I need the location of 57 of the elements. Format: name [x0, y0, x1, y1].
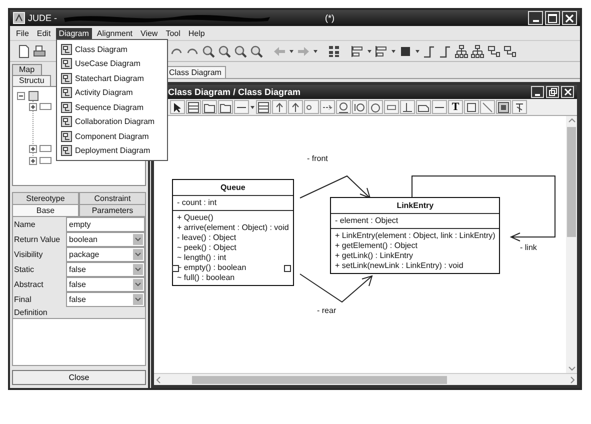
- close-button[interactable]: Close: [12, 370, 146, 385]
- menu-item[interactable]: Component Diagram: [57, 129, 167, 144]
- property-label: Abstract: [13, 277, 66, 292]
- dropdown[interactable]: boolean: [66, 232, 145, 247]
- operation: + Queue(): [177, 213, 214, 223]
- operation: + getElement() : Object: [335, 241, 418, 251]
- menu-item[interactable]: Help: [185, 28, 208, 38]
- tab[interactable]: Stereotype: [12, 192, 79, 204]
- menu-item[interactable]: Deployment Diagram: [57, 144, 167, 158]
- tab[interactable]: Structu: [12, 75, 52, 86]
- window-title: JUDE -: [28, 13, 57, 23]
- operation: + LinkEntry(element : Object, link : LinkEntry): [335, 231, 496, 241]
- text-field[interactable]: empty: [66, 217, 145, 232]
- tab[interactable]: Parameters: [79, 204, 146, 216]
- operation: ~ peek() : Object: [177, 243, 236, 253]
- menu-item[interactable]: File: [13, 28, 32, 38]
- operation: ~ length() : int: [177, 253, 226, 263]
- dropdown[interactable]: false: [66, 277, 145, 292]
- role-label: - front: [307, 154, 328, 163]
- property-label: Name: [13, 217, 66, 232]
- menu-item[interactable]: Collaboration Diagram: [57, 114, 167, 129]
- property-label: Definition: [13, 307, 145, 318]
- attribute: - element : Object: [335, 216, 400, 226]
- menu-item[interactable]: Edit: [34, 28, 54, 38]
- window-title: Class Diagram / Class Diagram: [168, 87, 301, 97]
- class-box[interactable]: LinkEntry - element : Object + LinkEntry(element : Object, link : LinkEntry) + getElement() : Object + getLink() : LinkEntry + setLink(newLink : LinkEntry) : void: [330, 197, 500, 274]
- class-name: LinkEntry: [331, 198, 500, 214]
- operation: + arrive(element : Object) : void: [177, 223, 289, 233]
- operation: + setLink(newLink : LinkEntry) : void: [335, 261, 464, 271]
- text-tool-button[interactable]: T: [448, 100, 463, 114]
- property-label: Static: [13, 262, 66, 277]
- property-label: Visibility: [13, 247, 66, 262]
- property-label: Return Value: [13, 232, 66, 247]
- menu-item[interactable]: Sequence Diagram: [57, 100, 167, 114]
- class-name: Queue: [173, 180, 293, 196]
- attribute: - count : int: [177, 198, 218, 208]
- menu-item[interactable]: Alignment: [94, 28, 136, 38]
- tab[interactable]: Constraint: [79, 192, 146, 204]
- property-label: Final: [13, 292, 66, 307]
- menu-item[interactable]: Statechart Diagram: [57, 71, 167, 86]
- operation: ~ full() : boolean: [177, 273, 235, 283]
- menu-item[interactable]: Activity Diagram: [57, 86, 167, 100]
- dropdown[interactable]: package: [66, 247, 145, 262]
- role-label: - link: [520, 243, 537, 252]
- tab[interactable]: Map: [12, 64, 42, 75]
- operation: + getLink() : LinkEntry: [335, 251, 414, 261]
- tab[interactable]: Base: [12, 204, 79, 216]
- menu-item[interactable]: Tool: [162, 28, 184, 38]
- dropdown[interactable]: false: [66, 292, 145, 307]
- dropdown[interactable]: false: [66, 262, 145, 277]
- menu-item[interactable]: View: [138, 28, 161, 38]
- modified-mark: (*): [325, 13, 334, 23]
- menu-item[interactable]: Diagram: [56, 28, 92, 38]
- menu-item[interactable]: UseCase Diagram: [57, 56, 167, 71]
- operation: - leave() : Object: [177, 233, 236, 243]
- role-label: - rear: [317, 306, 336, 315]
- menu-item[interactable]: Class Diagram: [57, 42, 167, 56]
